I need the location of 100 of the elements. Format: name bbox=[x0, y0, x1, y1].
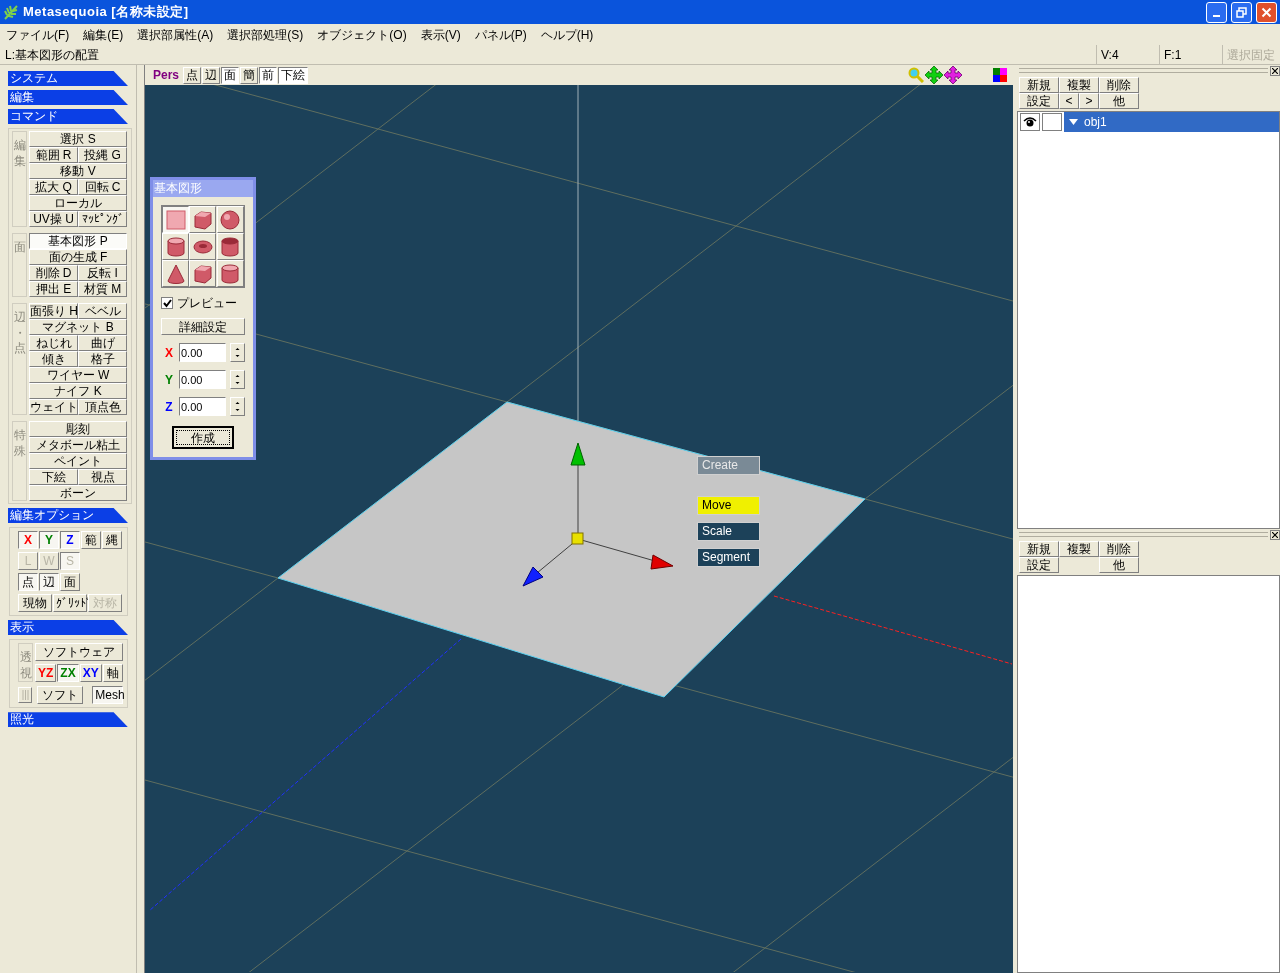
command-button[interactable]: 曲げ bbox=[78, 335, 127, 351]
coordinate-field[interactable]: 0.00 bbox=[179, 343, 226, 362]
command-button[interactable]: ペイント bbox=[29, 453, 127, 469]
command-button[interactable]: UV操 U bbox=[29, 211, 78, 227]
command-button[interactable]: ねじれ bbox=[29, 335, 78, 351]
panel-close-button[interactable] bbox=[1270, 529, 1280, 540]
command-button[interactable]: ウェイト bbox=[29, 399, 78, 415]
command-button[interactable]: 下絵 bbox=[29, 469, 78, 485]
spin-button[interactable] bbox=[230, 370, 245, 389]
command-button[interactable]: 反転 I bbox=[78, 265, 127, 281]
menu-item[interactable]: ファイル(F) bbox=[1, 25, 75, 44]
command-button[interactable]: ナイフ K bbox=[29, 383, 127, 399]
command-button[interactable]: 回転 C bbox=[78, 179, 127, 195]
panel-button[interactable]: 新規 bbox=[1019, 77, 1059, 93]
panel-button[interactable]: 複製 bbox=[1059, 541, 1099, 557]
toggle-button[interactable]: 軸 bbox=[102, 664, 123, 682]
command-button[interactable]: 基本図形 P bbox=[29, 233, 127, 249]
toggle-button[interactable]: 辺 bbox=[39, 573, 59, 591]
command-button[interactable]: 面の生成 F bbox=[29, 249, 127, 265]
command-button[interactable]: 選択 S bbox=[29, 131, 127, 147]
section-header[interactable]: システム bbox=[8, 71, 128, 86]
menu-item[interactable]: オブジェクト(O) bbox=[312, 25, 412, 44]
lock-toggle[interactable] bbox=[1042, 113, 1062, 131]
toggle-button[interactable]: Y bbox=[39, 531, 59, 549]
visibility-toggle[interactable] bbox=[1020, 113, 1040, 131]
toggle-button[interactable]: ソフトウェア bbox=[35, 643, 123, 661]
toggle-button[interactable]: ソフト bbox=[37, 686, 84, 705]
preview-checkbox[interactable] bbox=[161, 297, 173, 309]
toggle-button[interactable]: 面 bbox=[60, 573, 80, 591]
move-arrows-icon[interactable] bbox=[925, 66, 943, 84]
view-toggle-button[interactable]: 簡 bbox=[240, 66, 259, 84]
panel-close-button[interactable] bbox=[1270, 65, 1280, 76]
section-header[interactable]: 編集 bbox=[8, 90, 128, 105]
view-toggle-button[interactable]: 下絵 bbox=[278, 66, 309, 84]
toggle-button[interactable]: XY bbox=[79, 664, 102, 682]
command-button[interactable]: 削除 D bbox=[29, 265, 78, 281]
command-button[interactable]: マグネット B bbox=[29, 319, 127, 335]
command-button[interactable]: ワイヤー W bbox=[29, 367, 127, 383]
object-item[interactable]: obj1 bbox=[1064, 112, 1279, 132]
menu-item[interactable]: 編集(E) bbox=[78, 25, 129, 44]
menu-item[interactable]: 選択部属性(A) bbox=[132, 25, 219, 44]
command-button[interactable]: 材質 M bbox=[78, 281, 127, 297]
command-button[interactable]: 範囲 R bbox=[29, 147, 78, 163]
panel-button[interactable]: 他 bbox=[1099, 93, 1139, 109]
menu-item[interactable]: 選択部処理(S) bbox=[222, 25, 309, 44]
shape-button[interactable] bbox=[162, 206, 189, 233]
toggle-button[interactable]: 範 bbox=[81, 531, 101, 549]
panel-button[interactable]: 削除 bbox=[1099, 541, 1139, 557]
create-button[interactable]: 作成 bbox=[172, 426, 234, 449]
spin-button[interactable] bbox=[230, 397, 245, 416]
command-button[interactable]: メタボール粘土 bbox=[29, 437, 127, 453]
command-button[interactable]: 移動 V bbox=[29, 163, 127, 179]
toggle-button[interactable]: 現物 bbox=[18, 594, 52, 612]
view-toggle-button[interactable]: 前 bbox=[259, 66, 278, 84]
toggle-button[interactable]: Z bbox=[60, 531, 80, 549]
panel-button[interactable]: 削除 bbox=[1099, 77, 1139, 93]
menu-item[interactable]: パネル(P) bbox=[469, 25, 532, 44]
toggle-button[interactable]: 点 bbox=[18, 573, 38, 591]
menu-item[interactable]: ヘルプ(H) bbox=[535, 25, 599, 44]
command-button[interactable]: 面張り H bbox=[29, 303, 78, 319]
panel-button[interactable]: 設定 bbox=[1019, 93, 1059, 109]
handle-menu-button[interactable]: Segment bbox=[697, 548, 760, 567]
coordinate-field[interactable]: 0.00 bbox=[179, 370, 226, 389]
handle-menu-button[interactable]: Move bbox=[697, 496, 760, 515]
section-header[interactable]: 表示 bbox=[8, 620, 128, 635]
command-button[interactable]: 押出 E bbox=[29, 281, 78, 297]
view-toggle-button[interactable]: 辺 bbox=[202, 66, 221, 84]
section-header[interactable]: コマンド bbox=[8, 109, 128, 124]
minimize-button[interactable] bbox=[1206, 1, 1227, 23]
view-toggle-button[interactable]: 面 bbox=[221, 66, 240, 84]
command-button[interactable]: ベベル bbox=[78, 303, 127, 319]
toggle-button[interactable]: ZX bbox=[57, 664, 79, 682]
panel-button[interactable]: 複製 bbox=[1059, 77, 1099, 93]
menu-item[interactable]: 表示(V) bbox=[415, 25, 466, 44]
panel-button[interactable]: < bbox=[1059, 93, 1079, 109]
command-button[interactable]: 頂点色 bbox=[78, 399, 127, 415]
maximize-button[interactable] bbox=[1231, 1, 1252, 23]
command-button[interactable]: 格子 bbox=[78, 351, 127, 367]
panel-button[interactable]: 設定 bbox=[1019, 557, 1059, 573]
color-squares-icon[interactable] bbox=[993, 68, 1007, 82]
command-button[interactable]: 彫刻 bbox=[29, 421, 127, 437]
handle-menu-button[interactable]: Scale bbox=[697, 522, 760, 541]
toggle-button[interactable]: Mesh bbox=[92, 686, 123, 705]
close-button[interactable] bbox=[1256, 1, 1277, 23]
section-header[interactable]: 照光 bbox=[8, 712, 128, 728]
command-button[interactable]: ローカル bbox=[29, 195, 127, 211]
command-button[interactable]: 投縄 G bbox=[78, 147, 127, 163]
details-button[interactable]: 詳細設定 bbox=[161, 318, 245, 335]
toggle-button[interactable]: X bbox=[18, 531, 38, 549]
command-button[interactable]: ボーン bbox=[29, 485, 127, 501]
command-button[interactable]: 拡大 Q bbox=[29, 179, 78, 195]
spin-button[interactable] bbox=[230, 343, 245, 362]
toggle-button[interactable]: 縄 bbox=[102, 531, 122, 549]
command-button[interactable]: ﾏｯﾋﾟﾝｸﾞ bbox=[78, 211, 127, 227]
panel-button[interactable]: > bbox=[1079, 93, 1099, 109]
coordinate-field[interactable]: 0.00 bbox=[179, 397, 226, 416]
command-button[interactable]: 視点 bbox=[78, 469, 127, 485]
panel-button[interactable]: 新規 bbox=[1019, 541, 1059, 557]
panel-button[interactable]: 他 bbox=[1099, 557, 1139, 573]
command-button[interactable]: 傾き bbox=[29, 351, 78, 367]
